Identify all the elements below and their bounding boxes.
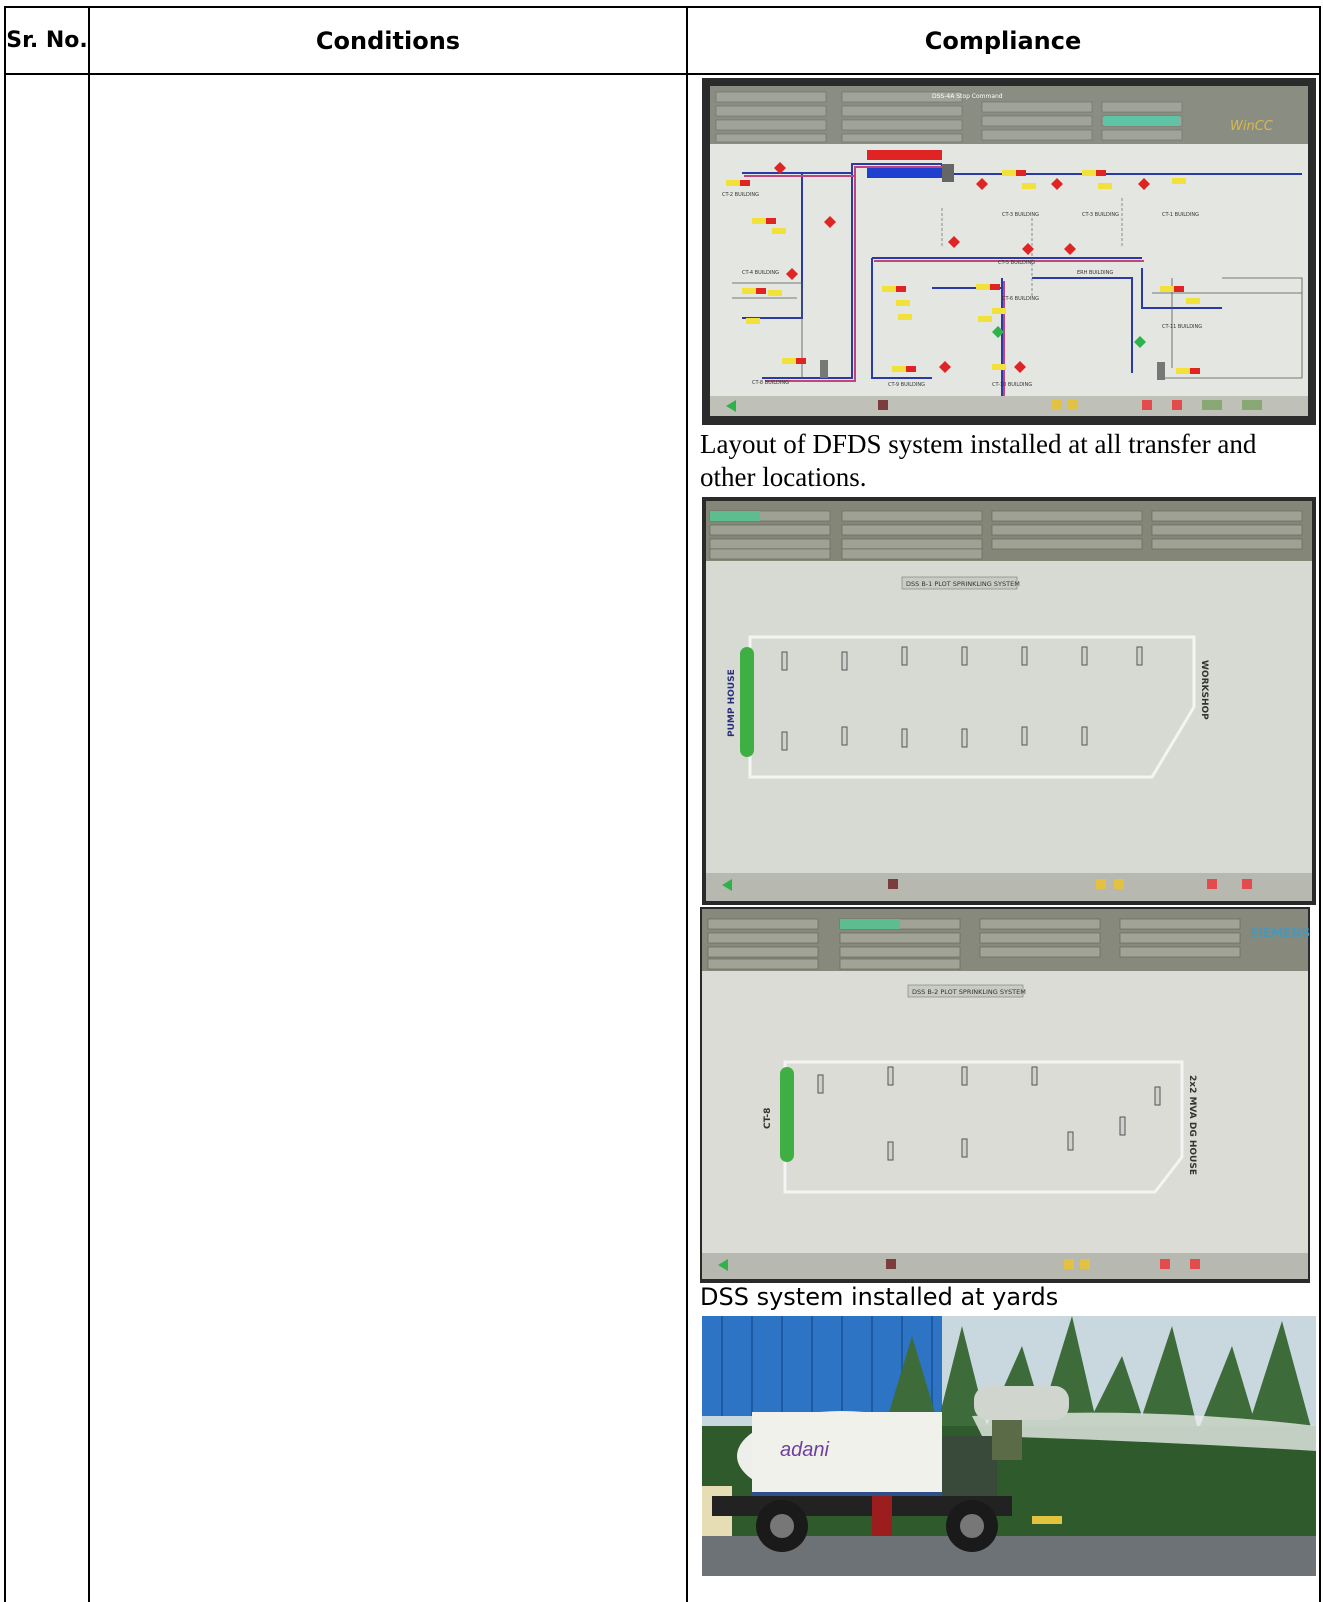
header-compliance: Compliance (924, 27, 1082, 55)
svg-text:ERH BUILDING: ERH BUILDING (1077, 270, 1113, 276)
dss-b1-plot-photo: DSS B-1 PLOT SPRINKLING SYSTEM PUMP HOUS… (702, 497, 1316, 905)
svg-text:CT-5 BUILDING: CT-5 BUILDING (998, 260, 1035, 266)
adani-tanker-logo: adani (780, 1439, 829, 1461)
svg-text:CT-10 BUILDING: CT-10 BUILDING (992, 382, 1032, 388)
b2-right-label: 2x2 MVA DG HOUSE (1187, 1075, 1197, 1175)
b1-right-label: WORKSHOP (1199, 660, 1209, 720)
tanker-mist-cannon-photo: adani (702, 1316, 1316, 1576)
b1-left-label: PUMP HOUSE (727, 669, 737, 737)
svg-text:CT-4 BUILDING: CT-4 BUILDING (742, 270, 779, 276)
b2-brand: SIEMENS WinCC (1250, 926, 1310, 940)
svg-text:CT-11 BUILDING: CT-11 BUILDING (1162, 324, 1202, 330)
dfds-layout-caption: Layout of DFDS system installed at all t… (700, 429, 1257, 492)
b2-left-label: CT-8 (763, 1108, 773, 1129)
col-divider-2 (686, 6, 688, 1602)
svg-text:CT-8 BUILDING: CT-8 BUILDING (752, 380, 789, 386)
screen-title-text: DSS-4A Stop Command (932, 93, 1003, 100)
col-divider-1 (88, 6, 90, 1602)
svg-text:CT-1 BUILDING: CT-1 BUILDING (1162, 212, 1199, 218)
b2-system-title: DSS B-2 PLOT SPRINKLING SYSTEM (912, 988, 1026, 996)
svg-text:CT-3 BUILDING: CT-3 BUILDING (1082, 212, 1119, 218)
svg-text:CT-2 BUILDING: CT-2 BUILDING (722, 192, 759, 198)
svg-text:CT-9 BUILDING: CT-9 BUILDING (888, 382, 925, 388)
wincc-brand: WinCC (1230, 119, 1274, 134)
dfds-layout-photo: DSS-4A Stop Command WinCC CT-2 BUILDING … (702, 78, 1316, 425)
header-sr-no: Sr. No. (6, 28, 88, 53)
dss-yards-caption: DSS system installed at yards (700, 1283, 1059, 1311)
svg-text:CT-6 BUILDING: CT-6 BUILDING (1002, 296, 1039, 302)
header-conditions: Conditions (315, 27, 461, 55)
b1-system-title: DSS B-1 PLOT SPRINKLING SYSTEM (906, 580, 1020, 588)
svg-text:CT-3 BUILDING: CT-3 BUILDING (1002, 212, 1039, 218)
dss-b2-plot-photo: SIEMENS WinCC DSS B-2 PLOT SPRINKLING SY… (700, 907, 1310, 1283)
